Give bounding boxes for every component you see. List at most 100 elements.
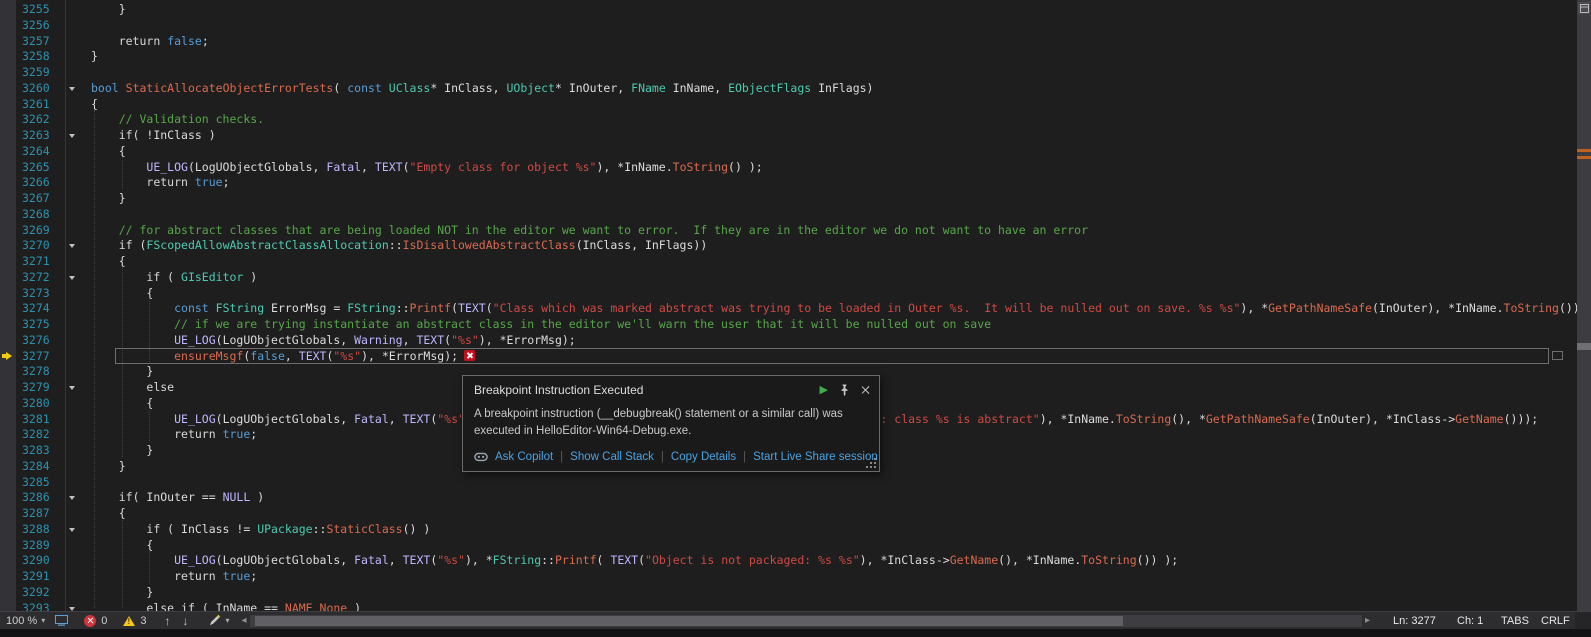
fold-column[interactable] (60, 522, 91, 538)
fold-chevron-icon[interactable] (69, 528, 75, 532)
breakpoint-margin[interactable] (0, 506, 16, 522)
code-line[interactable]: 3291 return true; (0, 569, 1577, 585)
fold-column[interactable] (60, 490, 91, 506)
error-badge-icon[interactable] (464, 350, 475, 361)
fold-column[interactable] (60, 81, 91, 97)
breakpoint-margin[interactable] (0, 490, 16, 506)
fold-chevron-icon[interactable] (69, 386, 75, 390)
breakpoint-margin[interactable] (0, 191, 16, 207)
code-line[interactable]: 3275 // if we are trying instantiate an … (0, 317, 1577, 333)
code-line[interactable]: 3276 UE_LOG(LogUObjectGlobals, Warning, … (0, 333, 1577, 349)
fold-chevron-icon[interactable] (69, 607, 75, 611)
breakpoint-margin[interactable] (0, 333, 16, 349)
next-issue-button[interactable]: ↓ (182, 615, 188, 627)
code-line[interactable]: 3293 else if ( InName == NAME_None ) (0, 601, 1577, 612)
code-line[interactable]: 3292 } (0, 585, 1577, 601)
code-line[interactable]: 3270 if (FScopedAllowAbstractClassAlloca… (0, 238, 1577, 254)
breakpoint-margin[interactable] (0, 364, 16, 380)
code-line[interactable]: 3273 { (0, 286, 1577, 302)
scroll-left-button[interactable]: ◂ (241, 615, 246, 626)
vertical-scrollbar[interactable] (1577, 0, 1591, 611)
breakpoint-margin[interactable] (0, 128, 16, 144)
code-line[interactable]: 3269 // for abstract classes that are be… (0, 223, 1577, 239)
fold-column[interactable] (60, 128, 91, 144)
code-line[interactable]: 3263 if( !InClass ) (0, 128, 1577, 144)
code-line[interactable]: 3271 { (0, 254, 1577, 270)
scroll-right-button[interactable]: ▸ (1365, 615, 1370, 626)
breakpoint-margin[interactable] (0, 97, 16, 113)
breakpoint-margin[interactable] (0, 522, 16, 538)
breakpoint-margin[interactable] (0, 34, 16, 50)
fold-chevron-icon[interactable] (69, 244, 75, 248)
breakpoint-margin[interactable] (0, 81, 16, 97)
show-call-stack-link[interactable]: Show Call Stack (570, 451, 654, 463)
breakpoint-margin[interactable] (0, 412, 16, 428)
code-line[interactable]: 3260bool StaticAllocateObjectErrorTests(… (0, 81, 1577, 97)
breakpoint-margin[interactable] (0, 65, 16, 81)
code-area[interactable]: 3255 }32563257 return false;3258}3259326… (0, 2, 1577, 611)
fold-chevron-icon[interactable] (69, 87, 75, 91)
start-live-share-link[interactable]: Start Live Share session (753, 451, 878, 463)
continue-play-icon[interactable]: ▶ (820, 385, 828, 396)
code-line[interactable]: 3265 UE_LOG(LogUObjectGlobals, Fatal, TE… (0, 160, 1577, 176)
breakpoint-margin[interactable] (0, 317, 16, 333)
fold-chevron-icon[interactable] (69, 496, 75, 500)
code-line[interactable]: 3258} (0, 49, 1577, 65)
breakpoint-margin[interactable] (0, 427, 16, 443)
code-line[interactable]: 3267 } (0, 191, 1577, 207)
breakpoint-margin[interactable] (0, 475, 16, 491)
breakpoint-margin[interactable] (0, 349, 16, 365)
code-line[interactable]: 3288 if ( InClass != UPackage::StaticCla… (0, 522, 1577, 538)
breakpoint-margin[interactable] (0, 2, 16, 18)
previous-issue-button[interactable]: ↑ (164, 615, 170, 627)
line-ending-indicator[interactable]: CRLF (1541, 615, 1573, 627)
breakpoint-margin[interactable] (0, 301, 16, 317)
indentation-indicator[interactable]: TABS (1501, 615, 1535, 627)
fold-column[interactable] (60, 238, 91, 254)
code-line[interactable]: 3266 return true; (0, 175, 1577, 191)
breakpoint-margin[interactable] (0, 270, 16, 286)
split-editor-button[interactable] (1578, 2, 1590, 14)
breakpoint-margin[interactable] (0, 538, 16, 554)
breakpoint-margin[interactable] (0, 160, 16, 176)
horizontal-scrollbar-thumb[interactable] (255, 616, 1123, 626)
breakpoint-margin[interactable] (0, 443, 16, 459)
code-line[interactable]: 3289 { (0, 538, 1577, 554)
breakpoint-margin[interactable] (0, 18, 16, 34)
breakpoint-margin[interactable] (0, 112, 16, 128)
resize-grip[interactable] (866, 458, 876, 468)
ask-copilot-link[interactable]: Ask Copilot (495, 451, 553, 463)
breakpoint-margin[interactable] (0, 601, 16, 612)
code-line[interactable]: 3262 // Validation checks. (0, 112, 1577, 128)
code-line[interactable]: 3257 return false; (0, 34, 1577, 50)
code-line[interactable]: 3274 const FString ErrorMsg = FString::P… (0, 301, 1577, 317)
horizontal-scrollbar[interactable] (250, 615, 1362, 627)
breakpoint-margin[interactable] (0, 49, 16, 65)
pin-icon[interactable] (839, 384, 850, 396)
breakpoint-margin[interactable] (0, 585, 16, 601)
warning-count[interactable]: 3 (140, 615, 146, 627)
fold-column[interactable] (60, 601, 91, 612)
code-line[interactable]: 3286 if( InOuter == NULL ) (0, 490, 1577, 506)
fold-column[interactable] (60, 270, 91, 286)
fold-chevron-icon[interactable] (69, 276, 75, 280)
breakpoint-margin[interactable] (0, 223, 16, 239)
close-icon[interactable] (861, 385, 871, 395)
breakpoint-margin[interactable] (0, 144, 16, 160)
breakpoint-margin[interactable] (0, 207, 16, 223)
breakpoint-margin[interactable] (0, 254, 16, 270)
breakpoint-margin[interactable] (0, 396, 16, 412)
breakpoint-margin[interactable] (0, 553, 16, 569)
code-line[interactable]: 3256 (0, 18, 1577, 34)
code-line[interactable]: 3264 { (0, 144, 1577, 160)
code-cleanup-button[interactable]: ▾ (208, 614, 229, 627)
code-line[interactable]: 3259 (0, 65, 1577, 81)
code-line[interactable]: 3272 if ( GIsEditor ) (0, 270, 1577, 286)
code-line[interactable]: 3255 } (0, 2, 1577, 18)
breakpoint-margin[interactable] (0, 175, 16, 191)
breakpoint-margin[interactable] (0, 286, 16, 302)
code-line[interactable]: 3285 (0, 475, 1577, 491)
fold-chevron-icon[interactable] (69, 134, 75, 138)
fold-column[interactable] (60, 380, 91, 396)
breakpoint-margin[interactable] (0, 569, 16, 585)
